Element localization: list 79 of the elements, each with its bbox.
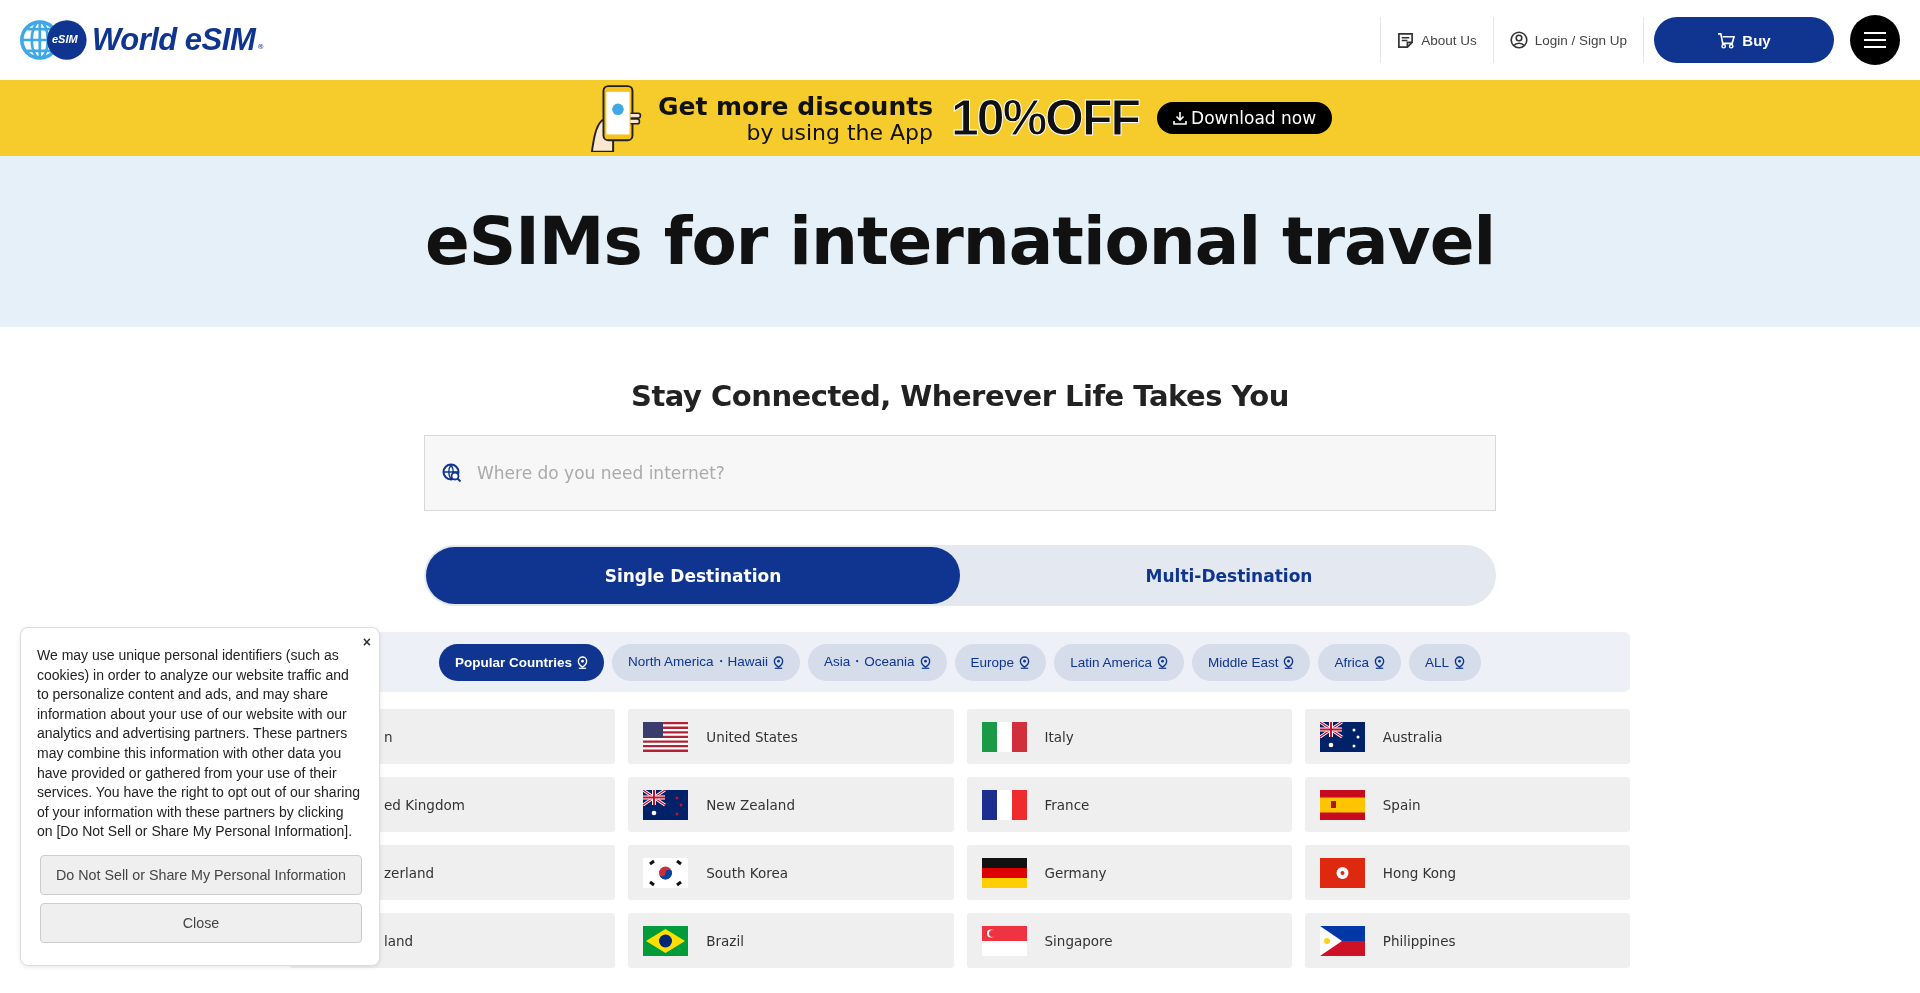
menu-button[interactable] xyxy=(1850,15,1900,65)
buy-button[interactable]: Buy xyxy=(1654,17,1834,63)
promo-headline: Get more discounts xyxy=(657,91,934,121)
country-card[interactable]: Brazil xyxy=(628,913,954,968)
region-chip[interactable]: Middle East xyxy=(1191,643,1311,681)
flag-icon xyxy=(643,721,689,752)
country-card[interactable]: Spain xyxy=(1304,777,1630,832)
flag-icon xyxy=(1319,789,1365,820)
destination-tab[interactable]: Single Destination xyxy=(426,547,960,604)
country-name: zerland xyxy=(384,864,435,881)
cookie-button[interactable]: Do Not Sell or Share My Personal Information xyxy=(40,854,362,895)
logo-badge-text: eSIM xyxy=(52,33,78,45)
country-card[interactable]: South Korea xyxy=(628,845,954,900)
region-chip[interactable]: North America・Hawaii xyxy=(612,643,801,681)
country-name: ed Kingdom xyxy=(384,796,465,813)
cookie-button[interactable]: Close xyxy=(40,902,362,943)
country-name: Philippines xyxy=(1382,932,1456,949)
download-icon xyxy=(1173,111,1188,125)
country-name: Germany xyxy=(1044,864,1107,881)
country-name: Brazil xyxy=(706,932,744,949)
country-name: n xyxy=(384,728,393,745)
flag-icon xyxy=(1319,857,1365,888)
destination-tab[interactable]: Multi-Destination xyxy=(962,545,1496,606)
country-name: Italy xyxy=(1044,728,1074,745)
hero-title: eSIMs for international travel xyxy=(424,203,1496,280)
country-card[interactable]: United States xyxy=(628,709,954,764)
search-field[interactable]: Where do you need internet? xyxy=(424,435,1496,511)
country-name: South Korea xyxy=(706,864,789,881)
flag-icon xyxy=(643,925,689,956)
close-button[interactable]: × xyxy=(362,634,371,650)
country-card[interactable]: France xyxy=(966,777,1292,832)
region-chip[interactable]: Popular Countries xyxy=(438,643,604,681)
region-chip[interactable]: Asia・Oceania xyxy=(808,643,947,681)
nav-link[interactable]: About Us xyxy=(1381,31,1493,49)
flag-icon xyxy=(981,789,1027,820)
location-pin-icon xyxy=(773,655,785,669)
country-card[interactable]: Italy xyxy=(966,709,1292,764)
country-card[interactable]: Australia xyxy=(1304,709,1630,764)
nav-link[interactable]: Login / Sign Up xyxy=(1493,31,1643,49)
location-pin-icon xyxy=(919,655,931,669)
location-pin-icon xyxy=(1019,655,1031,669)
flag-icon xyxy=(643,857,689,888)
menu-icon xyxy=(1864,32,1886,48)
download-button[interactable]: Download now xyxy=(1157,102,1333,134)
flag-icon xyxy=(981,857,1027,888)
logo-wordmark: World eSIM xyxy=(92,22,256,58)
country-card[interactable]: Philippines xyxy=(1304,913,1630,968)
discount-offer: 10%OFF xyxy=(951,89,1140,147)
country-card[interactable]: New Zealand xyxy=(628,777,954,832)
user-icon xyxy=(1509,31,1528,49)
location-pin-icon xyxy=(577,655,588,669)
cart-icon xyxy=(1717,31,1737,49)
section-heading: Stay Connected, Wherever Life Takes You xyxy=(631,379,1289,413)
location-pin-icon xyxy=(1454,655,1465,669)
country-card[interactable]: Hong Kong xyxy=(1304,845,1630,900)
region-chip[interactable]: ALL xyxy=(1409,643,1481,681)
location-pin-icon xyxy=(1374,655,1385,669)
promo-subline: by using the App xyxy=(746,120,934,145)
region-chip[interactable]: Africa xyxy=(1318,643,1401,681)
country-name: United States xyxy=(706,728,798,745)
flag-icon xyxy=(981,721,1027,752)
location-pin-icon xyxy=(1156,655,1168,669)
country-name: Australia xyxy=(1382,728,1443,745)
country-card[interactable]: Singapore xyxy=(966,913,1292,968)
region-chip[interactable]: Latin America xyxy=(1054,643,1184,681)
country-name: Singapore xyxy=(1044,932,1113,949)
country-name: France xyxy=(1044,796,1090,813)
flag-icon xyxy=(981,925,1027,956)
flag-icon xyxy=(1319,925,1365,956)
document-icon xyxy=(1397,31,1415,49)
country-name: Hong Kong xyxy=(1382,864,1457,881)
flag-icon xyxy=(1319,721,1365,752)
country-card[interactable]: Germany xyxy=(966,845,1292,900)
location-pin-icon xyxy=(1283,655,1295,669)
country-name: land xyxy=(384,932,414,949)
region-chip[interactable]: Europe xyxy=(954,643,1047,681)
country-name: Spain xyxy=(1382,796,1421,813)
flag-icon xyxy=(643,789,689,820)
country-name: New Zealand xyxy=(706,796,795,813)
